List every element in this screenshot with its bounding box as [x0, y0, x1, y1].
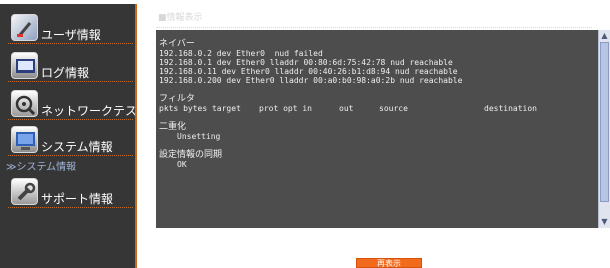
- sidebar-item-label: サポート情報: [41, 192, 114, 206]
- sidebar-item-label: システム情報: [41, 140, 113, 154]
- filter-column-header: destination: [484, 104, 537, 113]
- section-title: フィルタ: [159, 94, 195, 104]
- system-icon: [11, 126, 38, 153]
- scroll-up-icon[interactable]: ▲: [600, 31, 609, 41]
- filter-column-header: pkts bytes target: [159, 104, 241, 113]
- sidebar-item-label: ユーザ情報: [41, 28, 101, 42]
- refresh-button[interactable]: 再表示: [356, 258, 422, 268]
- scrollbar-thumb[interactable]: [600, 42, 609, 202]
- divider: [8, 207, 133, 208]
- sync-value: OK: [177, 160, 187, 169]
- section-title: ネイバー: [159, 39, 195, 49]
- scroll-down-icon[interactable]: ▼: [600, 217, 609, 227]
- sidebar-item-user-info[interactable]: ユーザ情報: [8, 14, 133, 44]
- divider: [8, 81, 133, 82]
- window: ユーザ情報 ログ情報 ネットワークテスト システム情報 ≫システム情報 サポート…: [0, 0, 610, 268]
- divider: [8, 155, 133, 156]
- page-title: ■情報表示: [158, 13, 203, 23]
- neighbor-line: 192.168.0.200 dev Ether0 lladdr 00:a0:b0…: [159, 76, 463, 85]
- sidebar-item-network-test[interactable]: ネットワークテスト: [8, 90, 149, 120]
- sidebar-item-support-info[interactable]: サポート情報: [8, 178, 133, 208]
- neighbor-line: 192.168.0.2 dev Ether0 nud failed: [159, 49, 323, 58]
- neighbor-line: 192.168.0.11 dev Ether0 lladdr 00:40:26:…: [159, 67, 458, 76]
- divider: [8, 43, 133, 44]
- filter-column-header: prot opt in: [259, 104, 312, 113]
- sidebar-item-label: ログ情報: [41, 66, 90, 80]
- filter-section: フィルタ pkts bytes target prot opt in out s…: [159, 94, 595, 114]
- support-icon: [11, 178, 38, 205]
- divider: [8, 119, 133, 120]
- sidebar-item-label: ネットワークテスト: [41, 104, 150, 118]
- divider: [156, 27, 592, 28]
- section-title: 二重化: [159, 122, 187, 132]
- sidebar-item-log-info[interactable]: ログ情報: [8, 52, 133, 82]
- section-title: 設定情報の同期: [159, 150, 223, 160]
- info-panel[interactable]: ネイバー 192.168.0.2 dev Ether0 nud failed 1…: [156, 30, 610, 228]
- network-test-icon: [11, 90, 38, 117]
- sync-section: 設定情報の同期 OK: [159, 150, 595, 170]
- filter-column-header: source: [379, 104, 408, 113]
- vertical-scrollbar[interactable]: ▲ ▼: [598, 30, 610, 228]
- filter-column-header: out: [339, 104, 354, 113]
- neighbor-section: ネイバー 192.168.0.2 dev Ether0 nud failed 1…: [159, 39, 595, 86]
- duplex-section: 二重化 Unsetting: [159, 122, 595, 142]
- main-header: ■情報表示: [156, 8, 610, 28]
- user-icon: [11, 14, 38, 41]
- info-content: ネイバー 192.168.0.2 dev Ether0 nud failed 1…: [156, 30, 598, 228]
- sidebar-item-system-info[interactable]: システム情報: [8, 126, 133, 156]
- sidebar: ユーザ情報 ログ情報 ネットワークテスト システム情報 ≫システム情報 サポート…: [0, 4, 149, 268]
- sidebar-subitem-system-info[interactable]: ≫システム情報: [6, 158, 76, 173]
- log-icon: [11, 52, 38, 79]
- filter-header-row: pkts bytes target prot opt in out source…: [159, 104, 595, 113]
- neighbor-line: 192.168.0.1 dev Ether0 lladdr 00:80:6d:7…: [159, 58, 453, 67]
- duplex-value: Unsetting: [177, 132, 221, 141]
